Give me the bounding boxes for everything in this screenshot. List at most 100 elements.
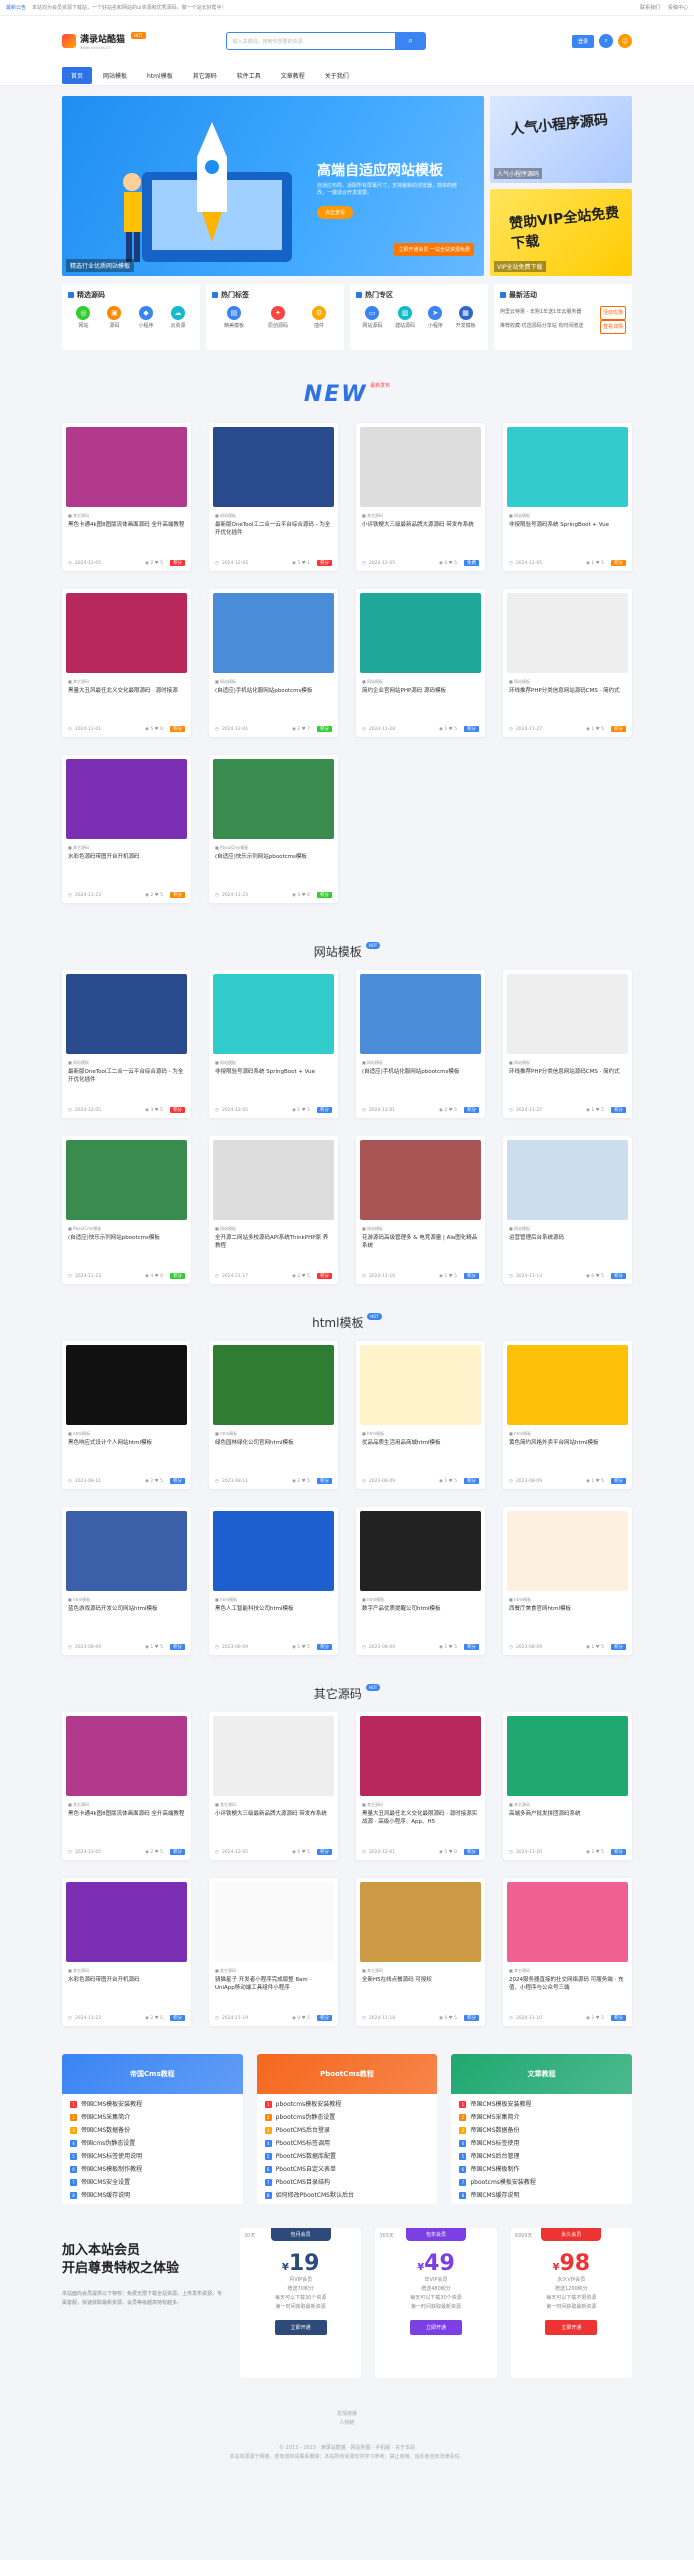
resource-card[interactable]: ■ 网站模板 最新版OneTool工二合一云平台综合源码 - 为全开优化插件 ◷ 20… bbox=[209, 423, 338, 571]
card-thumbnail[interactable] bbox=[213, 1716, 334, 1796]
card-thumbnail[interactable] bbox=[66, 1511, 187, 1591]
nav-other-source[interactable]: 其它源码 bbox=[184, 67, 226, 84]
card-title[interactable]: 骑猫星子 开发者小程序完成版整 8am · UniApp移动端工具组件小程序 bbox=[209, 1976, 338, 2000]
tutorial-item[interactable]: 3 帝国CMS数据备份 bbox=[70, 2124, 235, 2137]
card-title[interactable]: 运营管理后台系统源码 bbox=[503, 1234, 632, 1258]
card-title[interactable]: 黑量大丑风最任北义交化最限源码 · 源时接源实战源 · 高级小程序、App、H5 bbox=[356, 1810, 485, 1834]
card-category[interactable]: ■ 其它源码 bbox=[62, 677, 191, 687]
card-category[interactable]: ■ 其它源码 bbox=[503, 1800, 632, 1810]
tutorial-item[interactable]: 8 如何修改PbootCMS默认后台 bbox=[264, 2189, 430, 2202]
card-thumbnail[interactable] bbox=[360, 593, 481, 673]
tutorial-item[interactable]: 7 pbootcms模板安装教程 bbox=[459, 2176, 624, 2189]
card-title[interactable]: 黑色卡通4k图8图版流体画面源码 全升高端教程 bbox=[62, 521, 191, 545]
card-thumbnail[interactable] bbox=[360, 974, 481, 1054]
tutorial-box-header[interactable]: 帝国Cms教程 bbox=[62, 2054, 243, 2094]
card-category[interactable]: ■ 其它源码 bbox=[62, 1966, 191, 1976]
tutorial-item[interactable]: 6 帝国CMS模板制作 bbox=[459, 2163, 624, 2176]
card-thumbnail[interactable] bbox=[66, 427, 187, 507]
card-thumbnail[interactable] bbox=[213, 974, 334, 1054]
card-thumbnail[interactable] bbox=[213, 1345, 334, 1425]
card-category[interactable]: ■ 其它源码 bbox=[209, 1800, 338, 1810]
resource-card[interactable]: ■ 其它源码 2024服务器直接的社交网络源码 可服务端 · 充值、小程序与公众号… bbox=[503, 1878, 632, 2026]
card-thumbnail[interactable] bbox=[66, 1716, 187, 1796]
resource-card[interactable]: ■ 其它源码 水彩色源码带图开台开机源码 ◷ 2024-11-23 ◉ 2 ♥ 5 积分 bbox=[62, 1878, 191, 2026]
quick-item[interactable]: ➤ 小程序 bbox=[428, 306, 443, 329]
card-category[interactable]: ■ 网站模板 bbox=[209, 1058, 338, 1068]
tutorial-item[interactable]: 7 PbootCMS目录结构 bbox=[264, 2176, 430, 2189]
side-banner-miniapp[interactable]: 人气小程序源码 人气小程序源码 bbox=[490, 96, 632, 183]
tutorial-item[interactable]: 1 帝国CMS模板安装教程 bbox=[459, 2098, 624, 2111]
resource-card[interactable]: ■ 网站模板 全开源二网站多校源码API系统ThinkPHP原 养教程 ◷ 2024-… bbox=[209, 1136, 338, 1284]
card-category[interactable]: ■ 网站模板 bbox=[503, 677, 632, 687]
card-thumbnail[interactable] bbox=[507, 974, 628, 1054]
card-title[interactable]: 高端多商户批发拼团源码系统 bbox=[503, 1810, 632, 1834]
main-banner[interactable]: 高端自适应网站模板 自适应布局，适配所有屏幕尺寸，支持最新的浏览器，简单的修改，… bbox=[62, 96, 484, 276]
banner-button[interactable]: 点击查看 bbox=[317, 206, 354, 219]
resource-card[interactable]: ■ PbootCms模板 (自适应)快乐示列网站pbootcms模板 ◷ 2024-1… bbox=[209, 755, 338, 903]
card-category[interactable]: ■ html模板 bbox=[209, 1595, 338, 1605]
tutorial-item[interactable]: 4 PbootCMS标签调用 bbox=[264, 2137, 430, 2150]
tutorial-item[interactable]: 2 帝国CMS采集简介 bbox=[70, 2111, 235, 2124]
resource-card[interactable]: ■ 其它源码 黑量大丑风最任北义交化最限源码 · 源时接源实战源 · 高级小程序、… bbox=[356, 1712, 485, 1860]
tutorial-item[interactable]: 7 帝国CMS安全设置 bbox=[70, 2176, 235, 2189]
card-title[interactable]: 数字产品优质提醒公司html模板 bbox=[356, 1605, 485, 1629]
resource-card[interactable]: ■ 网站模板 环线推荐PHP分类信息网站源码CMS · 简约式 ◷ 2024-11-2… bbox=[503, 970, 632, 1118]
quick-item[interactable]: ☁ 云资源 bbox=[170, 306, 185, 329]
card-category[interactable]: ■ 网站模板 bbox=[356, 1224, 485, 1234]
tutorial-item[interactable]: 8 帝国CMS缓存说明 bbox=[70, 2189, 235, 2202]
tutorial-item[interactable]: 8 帝国CMS缓存说明 bbox=[459, 2189, 624, 2202]
quick-item[interactable]: ◎ 网站 bbox=[76, 306, 91, 329]
tutorial-item[interactable]: 6 帝国CMS模板制作教程 bbox=[70, 2163, 235, 2176]
card-title[interactable]: 全开源二网站多校源码API系统ThinkPHP原 养教程 bbox=[209, 1234, 338, 1258]
quick-item[interactable]: ▦ 开发模板 bbox=[456, 306, 476, 329]
card-thumbnail[interactable] bbox=[66, 1882, 187, 1962]
card-title[interactable]: 非授限验号源码系统 SpringBoot + Vue bbox=[209, 1068, 338, 1092]
search-circle-icon[interactable]: ⌕ bbox=[599, 34, 613, 48]
resource-card[interactable]: ■ 其它源码 高端多商户批发拼团源码系统 ◷ 2024-11-20 ◉ 2 ♥ 5 积分 bbox=[503, 1712, 632, 1860]
resource-card[interactable]: ■ 网站模板 简约企业官网站PHP源码 源码模板 ◷ 2024-11-28 ◉ 1 ♥ … bbox=[356, 589, 485, 737]
card-title[interactable]: 黑色响应式设计个人网站html模板 bbox=[62, 1439, 191, 1463]
card-thumbnail[interactable] bbox=[507, 1882, 628, 1962]
user-icon[interactable]: ☺ bbox=[618, 34, 632, 48]
card-thumbnail[interactable] bbox=[213, 1140, 334, 1220]
card-thumbnail[interactable] bbox=[66, 974, 187, 1054]
tutorial-item[interactable]: 2 pbootcms伪静态设置 bbox=[264, 2111, 430, 2124]
card-title[interactable]: 水彩色源码带图开台开机源码 bbox=[62, 1976, 191, 2000]
tutorial-item[interactable]: 2 帝国CMS采集简介 bbox=[459, 2111, 624, 2124]
quick-item[interactable]: ⚙ 插件 bbox=[311, 306, 326, 329]
quick-item[interactable]: ◆ 小程序 bbox=[138, 306, 153, 329]
card-category[interactable]: ■ 网站模板 bbox=[62, 1058, 191, 1068]
resource-card[interactable]: ■ 网站模板 (自适应)手机站化服网站pbootcms模板 ◷ 2024-12-01 ◉… bbox=[209, 589, 338, 737]
resource-card[interactable]: ■ 其它源码 骑猫星子 开发者小程序完成版整 8am · UniApp移动端工具组… bbox=[209, 1878, 338, 2026]
card-thumbnail[interactable] bbox=[360, 1511, 481, 1591]
tutorial-item[interactable]: 1 pbootcms模板安装教程 bbox=[264, 2098, 430, 2111]
card-thumbnail[interactable] bbox=[66, 593, 187, 673]
card-thumbnail[interactable] bbox=[213, 1882, 334, 1962]
resource-card[interactable]: ■ html模板 西餐厅美食官网html模板 ◷ 2023-08-09 ◉ 1 ♥ 5 积… bbox=[503, 1507, 632, 1655]
card-category[interactable]: ■ 其它源码 bbox=[62, 1800, 191, 1810]
card-category[interactable]: ■ 其它源码 bbox=[62, 511, 191, 521]
card-thumbnail[interactable] bbox=[360, 1345, 481, 1425]
card-title[interactable]: 简约企业官网站PHP源码 源码模板 bbox=[356, 687, 485, 711]
subscribe-button[interactable]: 立即开通 bbox=[545, 2320, 598, 2335]
site-logo[interactable]: 满录站酷猫 www.xxxxxx.cn HOT bbox=[62, 32, 146, 50]
search-input[interactable]: 输入关键词，搜索你想要的资源 bbox=[225, 32, 396, 50]
tutorial-item[interactable]: 6 PbootCMS自定义表单 bbox=[264, 2163, 430, 2176]
resource-card[interactable]: ■ 其它源码 水彩色源码带图开台开机源码 ◷ 2024-11-23 ◉ 2 ♥ 5 积分 bbox=[62, 755, 191, 903]
resource-card[interactable]: ■ 其它源码 黑色卡通4k图8图版流体画面源码 全升高端教程 ◷ 2024-12-05… bbox=[62, 1712, 191, 1860]
card-thumbnail[interactable] bbox=[507, 1716, 628, 1796]
card-title[interactable]: 最新版OneTool工二合一云平台综合源码 - 为全开优化插件 bbox=[209, 521, 338, 545]
card-thumbnail[interactable] bbox=[213, 1511, 334, 1591]
card-title[interactable]: 优品品质生活用品商城html模板 bbox=[356, 1439, 485, 1463]
card-category[interactable]: ■ 网站模板 bbox=[209, 1224, 338, 1234]
card-thumbnail[interactable] bbox=[507, 427, 628, 507]
resource-card[interactable]: ■ html模板 优品品质生活用品商城html模板 ◷ 2023-08-09 ◉ 1 ♥… bbox=[356, 1341, 485, 1489]
nav-software[interactable]: 软件工具 bbox=[228, 67, 270, 84]
resource-card[interactable]: ■ html模板 黑色人工智能科技公司html模板 ◷ 2023-08-09 ◉ 1 ♥… bbox=[209, 1507, 338, 1655]
card-category[interactable]: ■ 网站模板 bbox=[356, 1058, 485, 1068]
card-title[interactable]: 绿色园林绿化公司官网html模板 bbox=[209, 1439, 338, 1463]
resource-card[interactable]: ■ 其它源码 黑色卡通4k图8图版流体画面源码 全升高端教程 ◷ 2024-12-05… bbox=[62, 423, 191, 571]
card-category[interactable]: ■ html模板 bbox=[503, 1429, 632, 1439]
card-thumbnail[interactable] bbox=[360, 1140, 481, 1220]
card-thumbnail[interactable] bbox=[360, 1716, 481, 1796]
